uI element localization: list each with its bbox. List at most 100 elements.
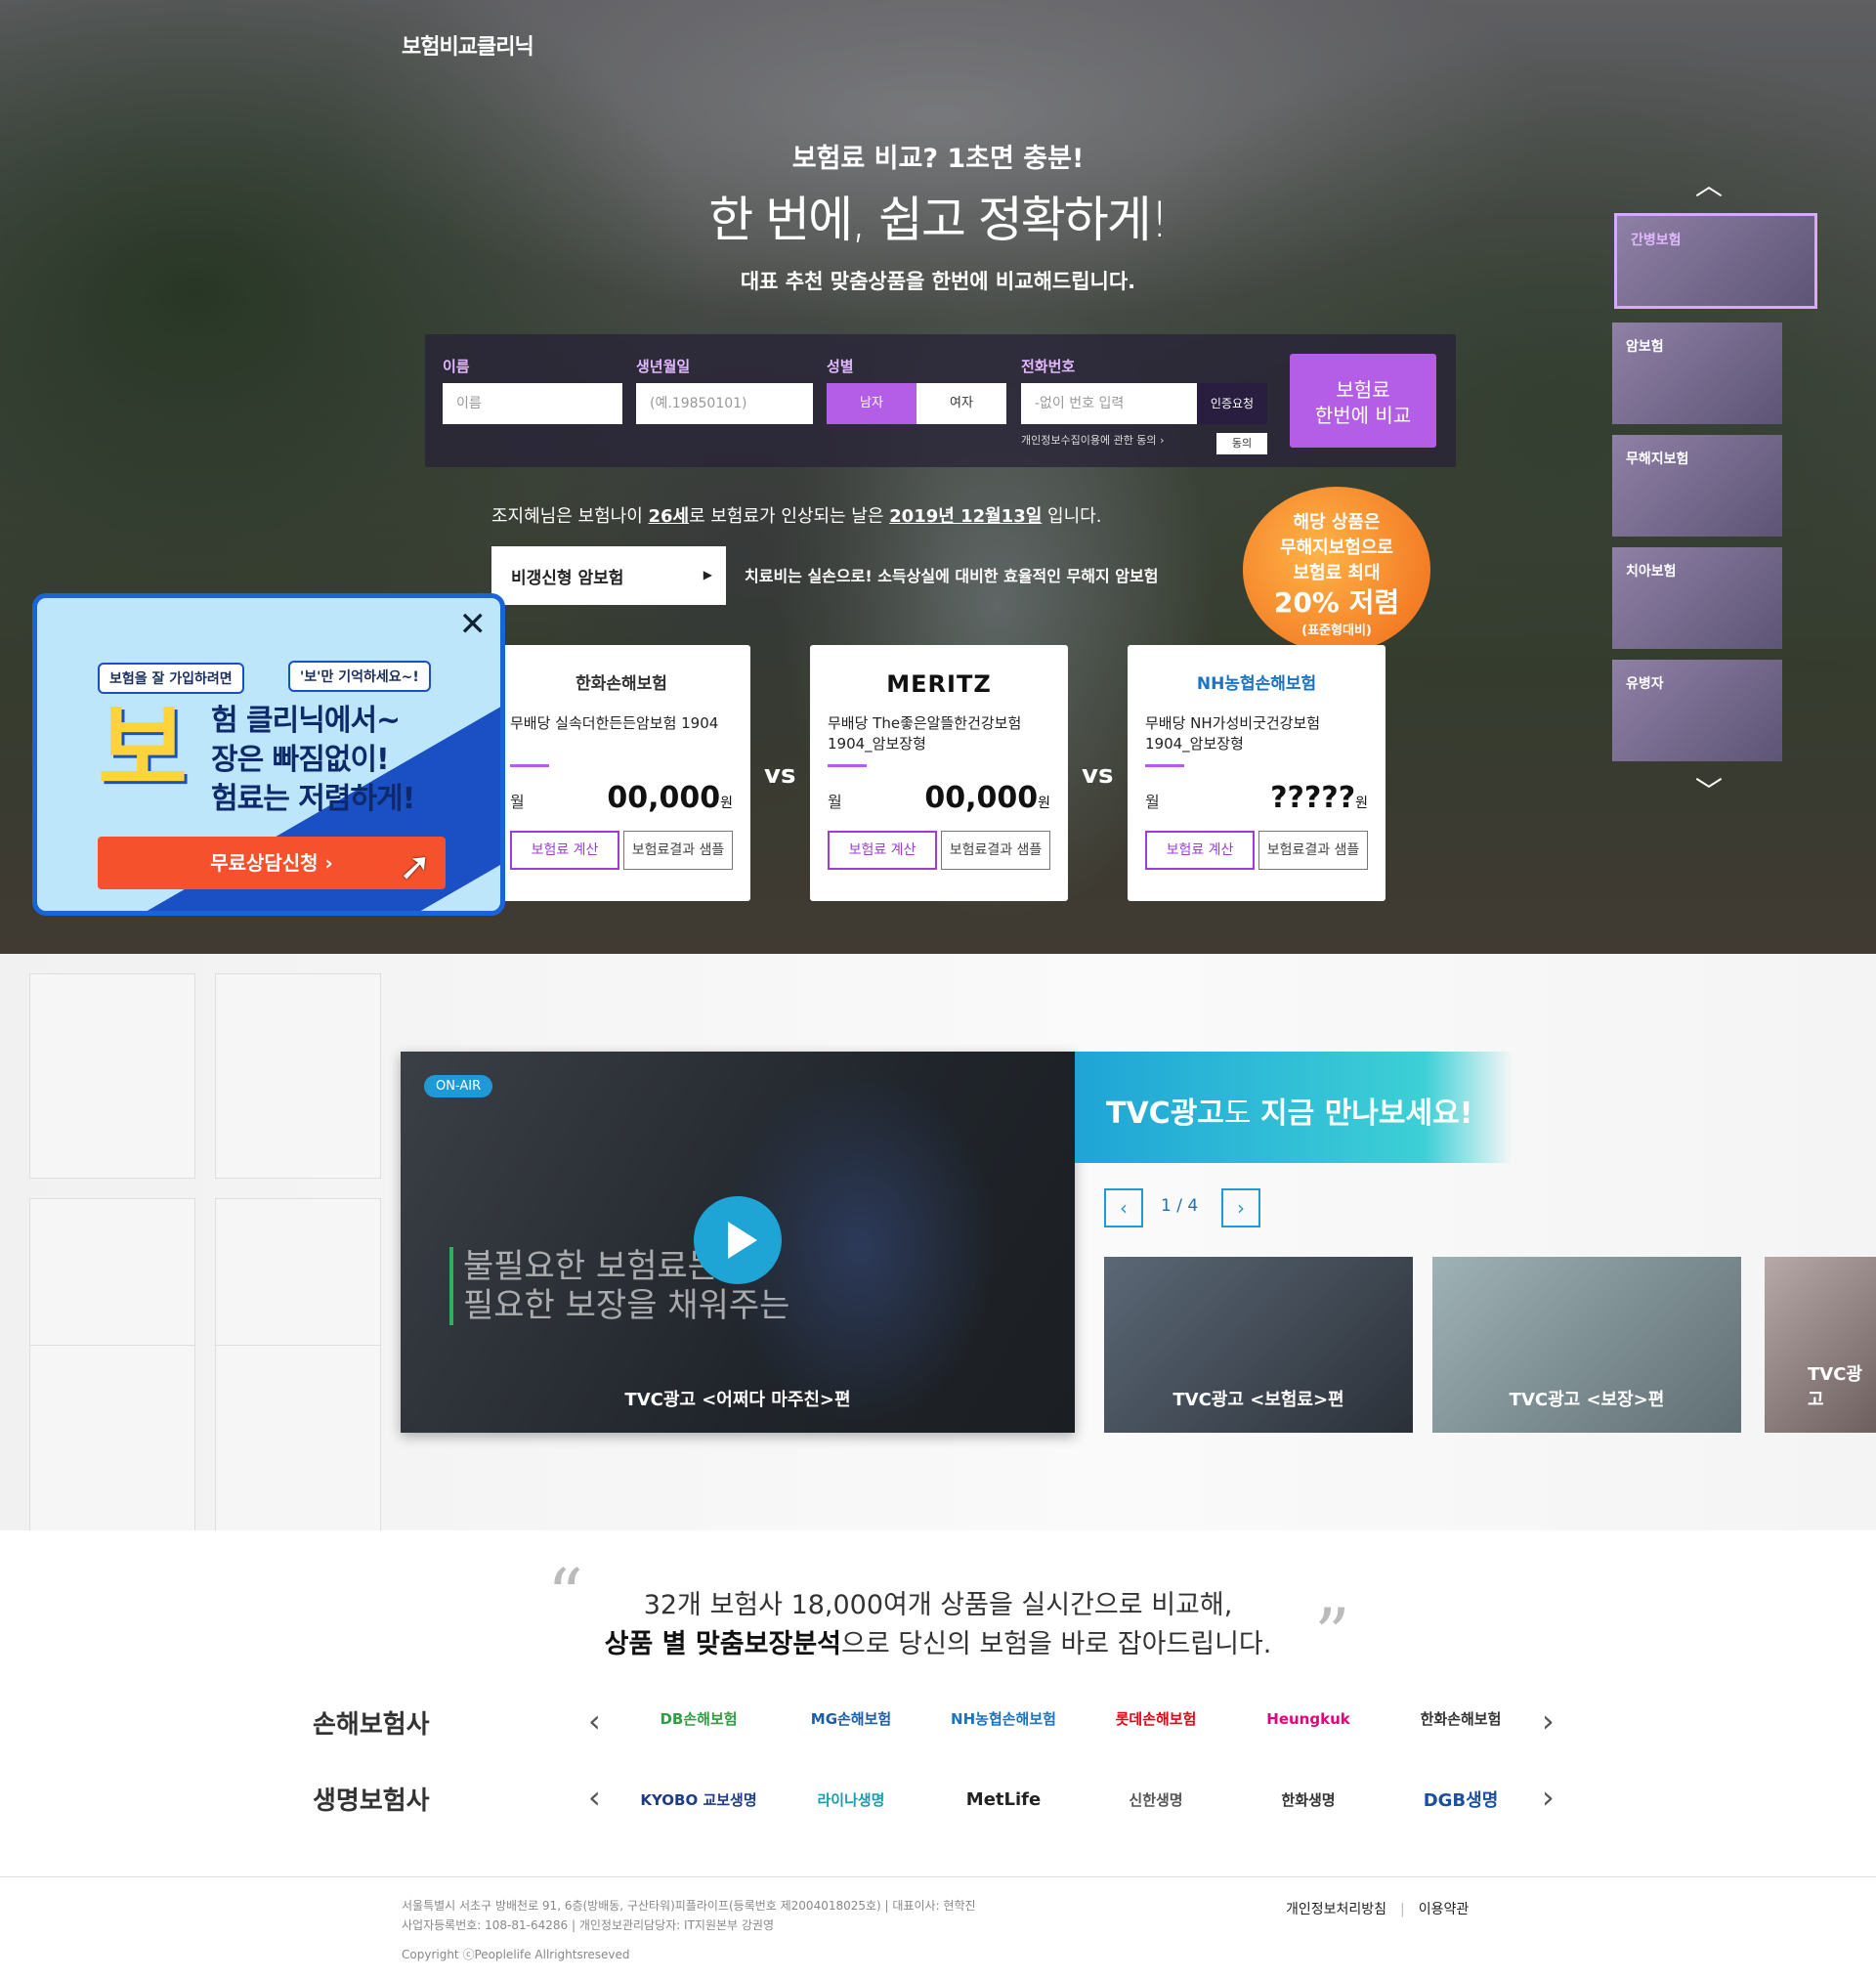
hero-headline: 한 번에, 쉽고 정확하게!: [708, 192, 1170, 248]
badge-line3: 보험료 최대: [1293, 563, 1381, 583]
tvc-heading: TVC광고도 지금 만나보세요!: [1075, 1052, 1513, 1163]
video-thumb-title: TVC광고 <보장>편: [1509, 1390, 1665, 1410]
premium-increase-date: 2019년 12월13일: [889, 506, 1043, 527]
video-thumb-3[interactable]: TVC광고: [1765, 1257, 1876, 1433]
free-consult-button[interactable]: 무료상담신청 ›: [98, 837, 446, 889]
logo-nh: NH농협손해보험: [951, 1710, 1056, 1728]
compare-button-line1: 보험료: [1336, 378, 1390, 402]
sample-result-button[interactable]: 보험료결과 샘플: [1258, 831, 1368, 870]
footer-links: 개인정보처리방침 | 이용약관: [1272, 1899, 1482, 1918]
price-unit: 원: [720, 796, 733, 811]
sample-result-button[interactable]: 보험료결과 샘플: [941, 831, 1050, 870]
logo-kyobo: KYOBO 교보생명: [640, 1790, 757, 1809]
sample-result-button[interactable]: 보험료결과 샘플: [623, 831, 733, 870]
gender-male-button[interactable]: 남자: [827, 383, 917, 424]
tvc-heading-c: 지금 만나보세요!: [1260, 1097, 1473, 1131]
thumb-dental-insurance[interactable]: 치아보험: [1612, 547, 1782, 649]
promo-line-1: 험 클리닉에서~: [211, 704, 401, 738]
thumb-label: 암보험: [1626, 339, 1664, 355]
price-month-label: 월: [828, 793, 842, 811]
brand-logo-meritz: MERITZ: [886, 670, 992, 698]
info-mid: 로 보험료가 인상되는 날은: [689, 506, 890, 527]
privacy-policy-link[interactable]: 개인정보처리방침: [1286, 1902, 1386, 1917]
footer-copyright: Copyright ⓒPeoplelife Allrightsreseved: [402, 1948, 630, 1961]
thumb-cancer-insurance[interactable]: 암보험: [1612, 323, 1782, 424]
product-select-value: 비갱신형 암보험: [511, 569, 624, 588]
main-video[interactable]: ON-AIR 불필요한 보험료는 빼 필요한 보장을 채워주는 TVC광고 <어…: [401, 1052, 1075, 1433]
terms-link[interactable]: 이용약관: [1419, 1902, 1470, 1917]
price-row: 월 ?????원: [1145, 781, 1368, 815]
gender-female-button[interactable]: 여자: [917, 383, 1006, 424]
nonlife-prev-icon[interactable]: ‹: [588, 1702, 601, 1740]
site-logo[interactable]: 보험비교클리닉: [402, 29, 534, 61]
play-icon[interactable]: [694, 1196, 782, 1284]
close-icon[interactable]: ✕: [459, 608, 488, 641]
chevron-down-icon[interactable]: ﹀: [1695, 770, 1723, 809]
phone-input[interactable]: -없이 번호 입력: [1021, 383, 1197, 424]
hero-subheadline: 대표 추천 맞춤상품을 한번에 비교해드립니다.: [740, 270, 1136, 293]
overlay-line-2: 필요한 보장을 채워주는: [463, 1286, 790, 1325]
life-next-icon[interactable]: ›: [1542, 1779, 1555, 1816]
nonlife-logo-row: DB손해보험 MG손해보험 NH농협손해보험 롯데손해보험 Heungkuk 한…: [625, 1708, 1534, 1729]
price-amount: 00,000원: [924, 781, 1050, 815]
thumb-no-surrender-insurance[interactable]: 무해지보험: [1612, 435, 1782, 537]
price-month-label: 월: [510, 793, 525, 811]
birth-input[interactable]: (예.19850101): [636, 383, 813, 424]
logo-hanwha-life: 한화생명: [1281, 1790, 1336, 1809]
brand-logo-hanwha: 한화손해보험: [576, 674, 667, 694]
price-month-label: 월: [1145, 793, 1160, 811]
vs-label: vs: [764, 760, 796, 790]
tvc-heading-a: TVC광고: [1106, 1097, 1224, 1131]
discount-badge: 해당 상품은 무해지보험으로 보험료 최대 20% 저렴 (표준형대비): [1243, 487, 1430, 653]
price-row: 월 00,000원: [828, 781, 1050, 815]
compare-button[interactable]: 보험료 한번에 비교: [1290, 354, 1436, 448]
thumb-preexisting-insurance[interactable]: 유병자: [1612, 660, 1782, 761]
quote-rest: 으로 당신의 보험을 바로 잡아드립니다.: [841, 1629, 1272, 1659]
accent-underline: [1145, 764, 1184, 767]
life-logo-row: KYOBO 교보생명 라이나생명 MetLife 신한생명 한화생명 DGB생명: [625, 1786, 1534, 1812]
divider: |: [1400, 1902, 1405, 1917]
age-info-line: 조지혜님은 보험나이 26세로 보험료가 인상되는 날은 2019년 12월13…: [491, 502, 1101, 528]
chevron-right-icon: ›: [1160, 434, 1165, 447]
promo-big-letter: 보: [98, 692, 188, 806]
thumb-nursing-insurance[interactable]: 간병보험: [1614, 213, 1817, 309]
product-card-3: NH농협손해보험 무배당 NH가성비굿건강보험 1904_암보장형 월 ????…: [1128, 645, 1386, 901]
life-prev-icon[interactable]: ‹: [588, 1779, 601, 1816]
video-thumb-title: TVC광고: [1808, 1364, 1862, 1410]
badge-line1: 해당 상품은: [1293, 512, 1381, 533]
calculate-premium-button[interactable]: 보험료 계산: [510, 831, 620, 870]
product-name: 무배당 실속더한든든암보험 1904: [510, 714, 719, 732]
agree-button[interactable]: 동의: [1216, 433, 1267, 454]
name-label: 이름: [443, 358, 470, 375]
video-thumb-2[interactable]: TVC광고 <보장>편: [1432, 1257, 1741, 1433]
video-page-indicator: 1 / 4: [1161, 1196, 1199, 1216]
calculate-premium-button[interactable]: 보험료 계산: [1145, 831, 1256, 870]
info-post: 입니다.: [1042, 506, 1102, 527]
nonlife-next-icon[interactable]: ›: [1542, 1702, 1555, 1740]
tvc-section: ON-AIR 불필요한 보험료는 빼 필요한 보장을 채워주는 TVC광고 <어…: [0, 954, 1876, 1530]
badge-line2: 무해지보험으로: [1280, 538, 1393, 558]
prev-video-button[interactable]: ‹: [1104, 1188, 1143, 1227]
hero-section: 보험비교클리닉 보험료 비교? 1초면 충분! 한 번에, 쉽고 정확하게! 대…: [0, 0, 1876, 954]
footer-address: 서울특별시 서초구 방배천로 91, 6층(방배동, 구산타워)피플라이프(등록…: [402, 1899, 976, 1913]
product-description: 치료비는 실손으로! 소득상실에 대비한 효율적인 무해지 암보험: [745, 567, 1159, 585]
quote-bold: 상품 별 맞춤보장분석: [604, 1629, 841, 1659]
name-input[interactable]: 이름: [443, 383, 622, 424]
nonlife-label: 손해보험사: [313, 1710, 430, 1740]
next-video-button[interactable]: ›: [1221, 1188, 1260, 1227]
product-select[interactable]: 비갱신형 암보험 ▶: [491, 546, 726, 605]
video-thumb-1[interactable]: TVC광고 <보험료>편: [1104, 1257, 1413, 1433]
promo-bubble-2: '보'만 기억하세요~!: [288, 661, 431, 692]
hero-tagline-1: 보험료 비교? 1초면 충분!: [791, 144, 1085, 174]
consent-link[interactable]: 개인정보수집이용에 관한 동의 ›: [1021, 432, 1164, 448]
product-name: 무배당 NH가성비굿건강보험 1904_암보장형: [1145, 714, 1321, 753]
auth-request-button[interactable]: 인증요청: [1197, 383, 1267, 424]
video-title: TVC광고 <어쩌다 마주친>편: [624, 1390, 851, 1410]
chevron-up-icon[interactable]: ︿: [1695, 164, 1723, 203]
vs-label: vs: [1082, 760, 1114, 790]
calculate-premium-button[interactable]: 보험료 계산: [828, 831, 938, 870]
price-amount: ?????원: [1270, 781, 1368, 815]
phone-label: 전화번호: [1021, 358, 1076, 375]
price-value: ?????: [1270, 781, 1356, 815]
logo-mg: MG손해보험: [810, 1710, 892, 1728]
